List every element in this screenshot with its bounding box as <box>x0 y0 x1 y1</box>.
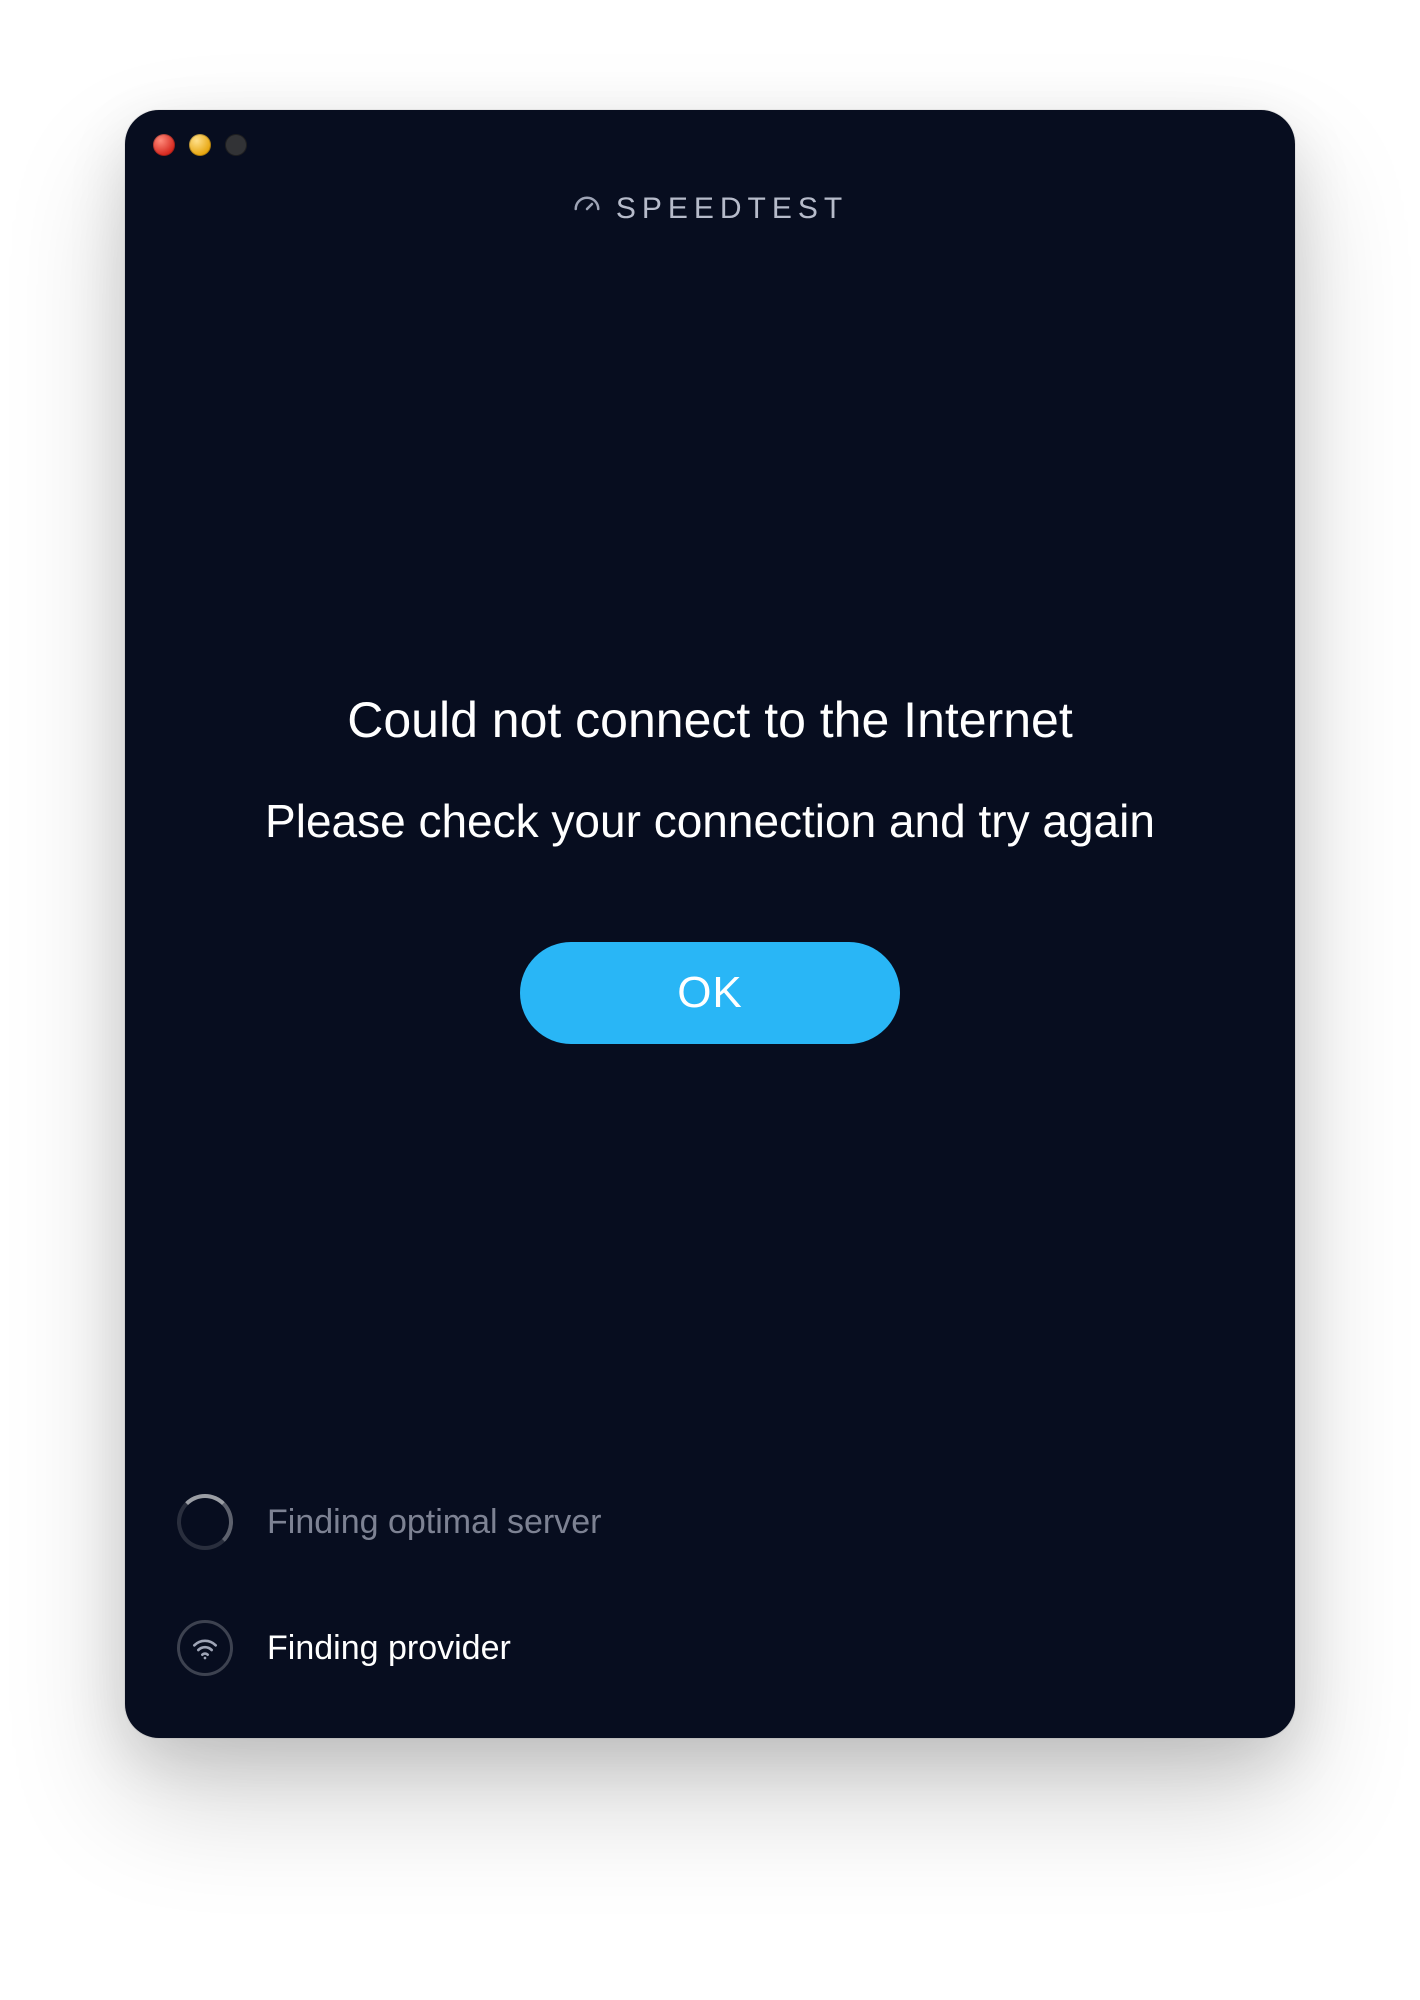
brand-name: SPEEDTEST <box>616 192 848 226</box>
status-row-server: Finding optimal server <box>175 1492 1245 1552</box>
status-row-provider: Finding provider <box>175 1618 1245 1678</box>
wifi-icon <box>175 1618 235 1678</box>
minimize-window-button[interactable] <box>189 134 211 156</box>
app-window: SPEEDTEST Could not connect to the Inter… <box>125 110 1295 1738</box>
zoom-window-button[interactable] <box>225 134 247 156</box>
status-provider-label: Finding provider <box>267 1629 511 1668</box>
close-window-button[interactable] <box>153 134 175 156</box>
error-headline: Could not connect to the Internet <box>347 690 1073 750</box>
error-panel: Could not connect to the Internet Please… <box>125 690 1295 1044</box>
brand: SPEEDTEST <box>125 192 1295 226</box>
loading-spinner-icon <box>175 1492 235 1552</box>
gauge-icon <box>572 194 602 224</box>
ok-button[interactable]: OK <box>520 942 900 1044</box>
error-subline: Please check your connection and try aga… <box>265 792 1155 852</box>
status-list: Finding optimal server Finding provider <box>175 1492 1245 1678</box>
status-server-label: Finding optimal server <box>267 1503 601 1542</box>
window-controls <box>153 134 247 156</box>
